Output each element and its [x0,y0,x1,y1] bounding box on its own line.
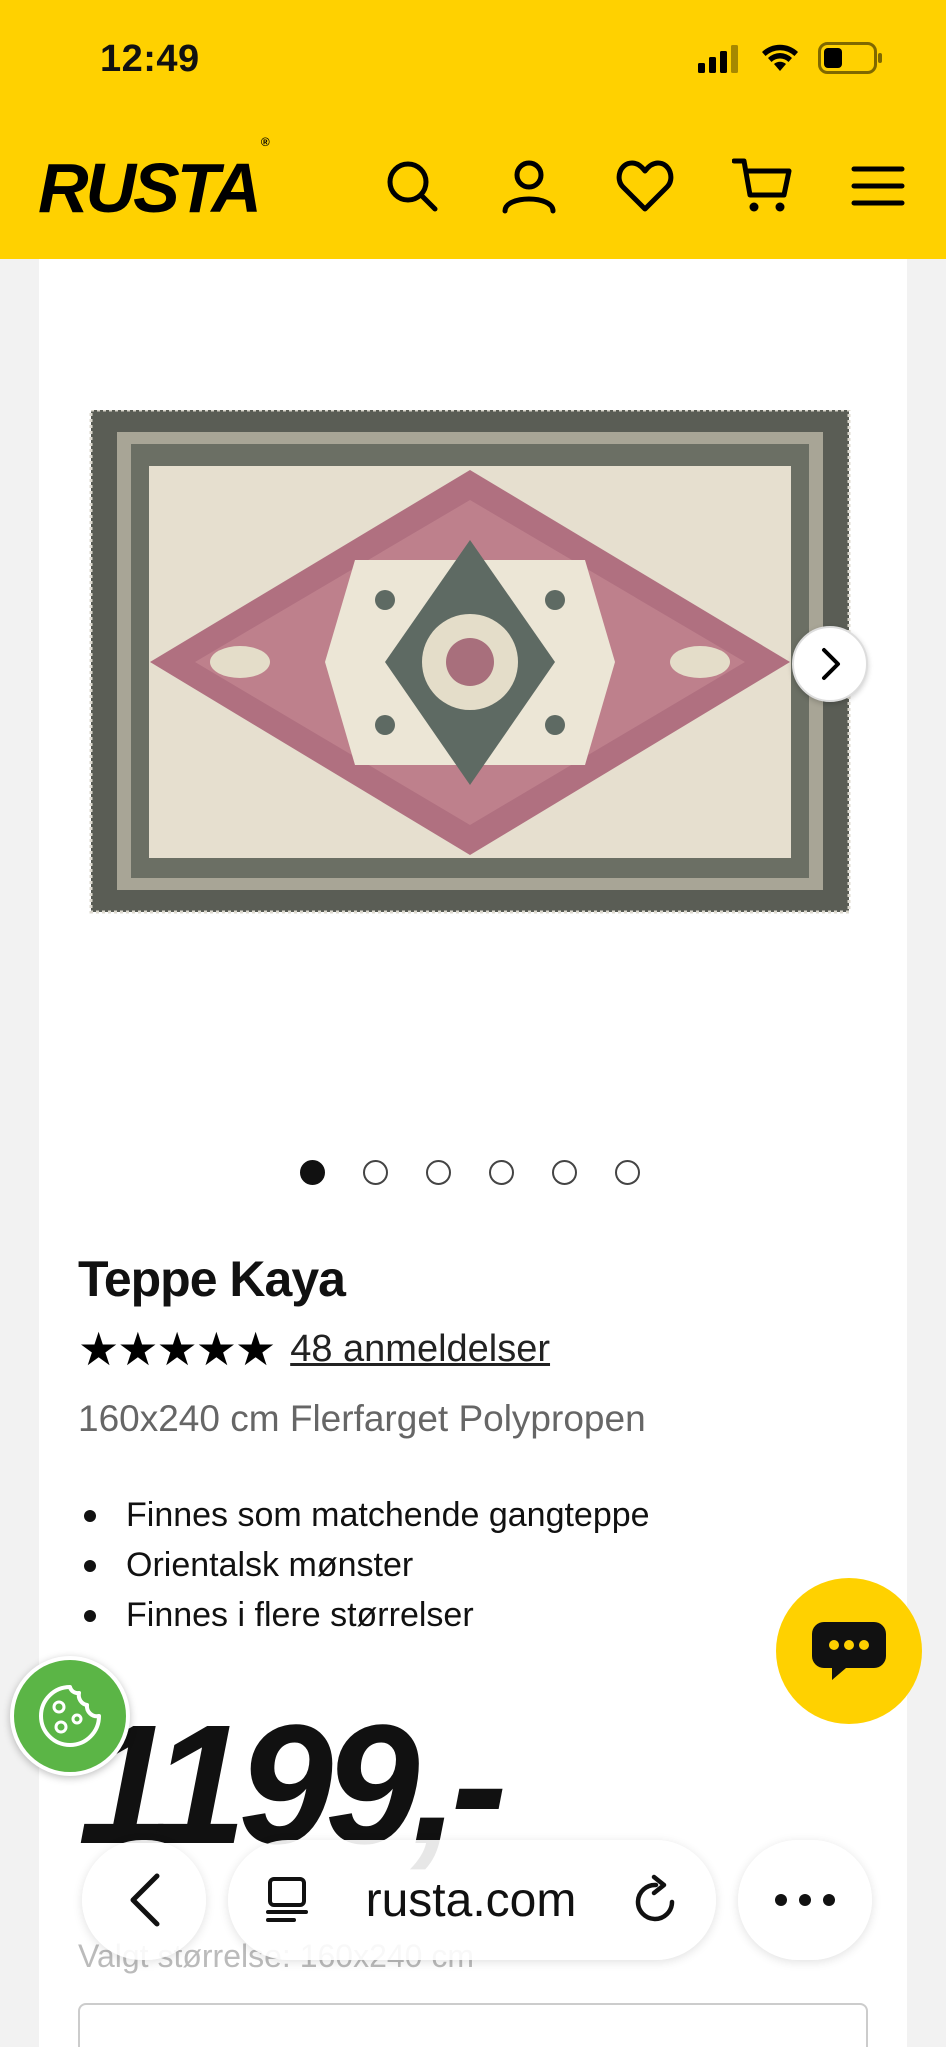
back-icon [130,1873,160,1927]
menu-icon [851,166,905,206]
status-icons [698,42,884,74]
feature-item: Finnes i flere størrelser [78,1590,650,1640]
product-rating: ★★★★★ 48 anmeldelser [78,1322,550,1376]
search-button[interactable] [376,150,448,222]
account-icon [502,160,556,214]
logo-mark: ® [260,134,270,149]
product-title: Teppe Kaya [78,1251,346,1307]
pagination-dot[interactable] [363,1160,388,1185]
wifi-icon [762,44,798,71]
search-icon [387,161,438,212]
reader-icon [266,1877,308,1922]
browser-more-button[interactable] [738,1840,872,1960]
signal-icon [698,45,738,73]
product-subtitle: 160x240 cm Flerfarget Polypropen [78,1398,646,1439]
cookie-settings-button[interactable] [10,1656,130,1776]
pagination-dot[interactable] [426,1160,451,1185]
reload-icon[interactable] [632,1874,680,1926]
next-image-button[interactable] [792,626,868,702]
header-nav [0,150,946,222]
more-icon [775,1894,835,1906]
chat-icon [812,1622,886,1680]
wishlist-button[interactable] [609,150,681,222]
feature-item: Finnes som matchende gangteppe [78,1490,650,1540]
size-select[interactable] [78,2003,868,2047]
image-pagination [300,1160,640,1185]
star-rating: ★★★★★ [78,1323,276,1375]
battery-icon [818,42,882,74]
feature-list: Finnes som matchende gangteppe Orientals… [78,1490,650,1640]
reviews-link[interactable]: 48 anmeldelser [290,1328,550,1371]
account-button[interactable] [493,150,565,222]
pagination-dot[interactable] [615,1160,640,1185]
address-bar[interactable]: rusta.com [228,1840,716,1960]
cart-icon [732,158,792,212]
product-image[interactable] [55,410,855,920]
pagination-dot[interactable] [489,1160,514,1185]
menu-button[interactable] [842,150,914,222]
url-text: rusta.com [365,1873,577,1927]
cookie-icon [39,1685,101,1747]
status-time: 12:49 [100,38,200,80]
browser-back-button[interactable] [82,1840,206,1960]
browser-toolbar: rusta.com [0,1830,946,1970]
heart-icon [616,160,674,212]
pagination-dot[interactable] [300,1160,325,1185]
pagination-dot[interactable] [552,1160,577,1185]
cart-button[interactable] [726,150,798,222]
chevron-right-icon [822,648,840,680]
feature-item: Orientalsk mønster [78,1540,650,1590]
chat-button[interactable] [776,1578,922,1724]
app-header: 12:49 RUSTA® [0,0,946,259]
